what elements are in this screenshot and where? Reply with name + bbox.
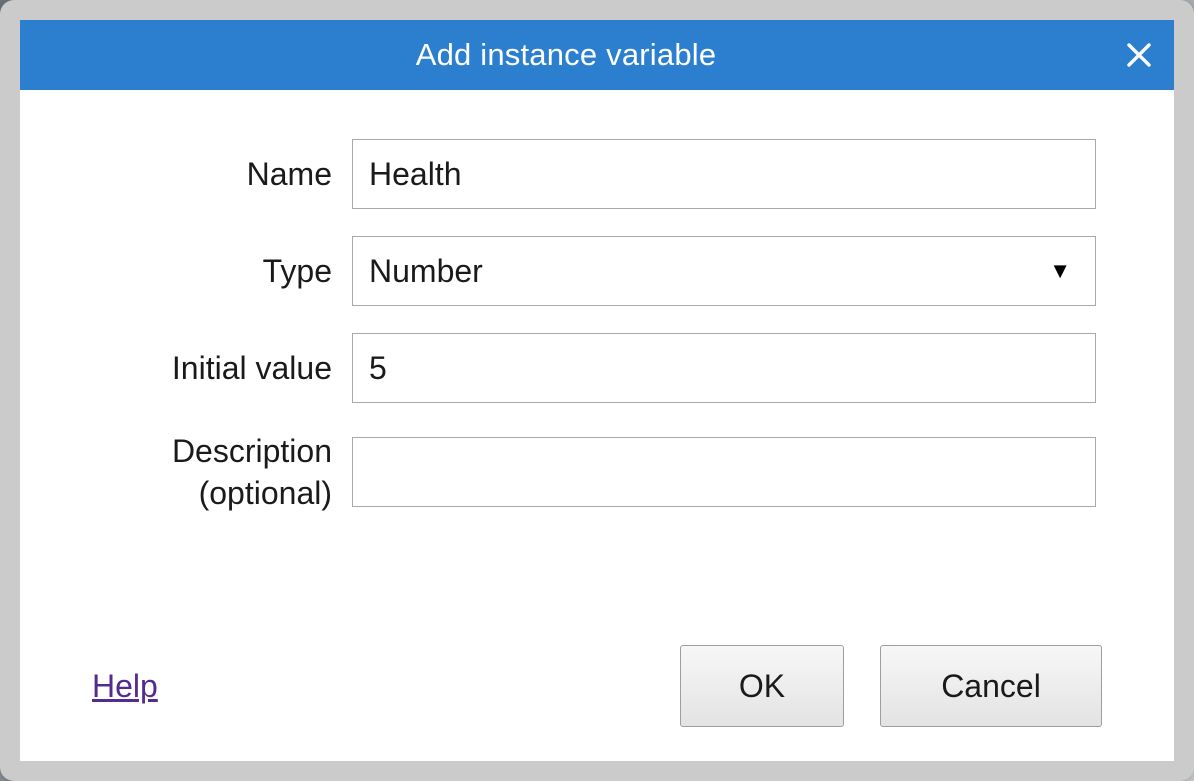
help-link[interactable]: Help <box>92 668 158 705</box>
dropdown-arrow-icon: ▼ <box>1049 258 1071 284</box>
type-label: Type <box>20 250 332 292</box>
description-row: Description (optional) <box>20 430 1174 514</box>
dialog-body: Name Type Number ▼ Initial value Descrip… <box>20 90 1174 761</box>
type-select-value: Number <box>369 253 483 290</box>
initial-value-row: Initial value <box>20 333 1174 403</box>
close-icon <box>1123 39 1155 71</box>
cancel-button[interactable]: Cancel <box>880 645 1102 727</box>
description-input[interactable] <box>352 437 1096 507</box>
description-label: Description (optional) <box>20 430 332 514</box>
dialog-footer: Help OK Cancel <box>92 645 1102 727</box>
ok-button[interactable]: OK <box>680 645 844 727</box>
name-row: Name <box>20 139 1174 209</box>
add-instance-variable-dialog: Add instance variable Name Type Number ▼… <box>0 0 1194 781</box>
type-row: Type Number ▼ <box>20 236 1174 306</box>
initial-value-input[interactable] <box>352 333 1096 403</box>
description-label-line2: (optional) <box>199 475 332 511</box>
type-select[interactable]: Number ▼ <box>352 236 1096 306</box>
description-label-line1: Description <box>172 433 332 469</box>
initial-value-label: Initial value <box>20 347 332 389</box>
dialog-titlebar: Add instance variable <box>20 20 1174 90</box>
dialog-title: Add instance variable <box>416 37 779 73</box>
close-button[interactable] <box>1110 20 1168 90</box>
name-input[interactable] <box>352 139 1096 209</box>
name-label: Name <box>20 153 332 195</box>
